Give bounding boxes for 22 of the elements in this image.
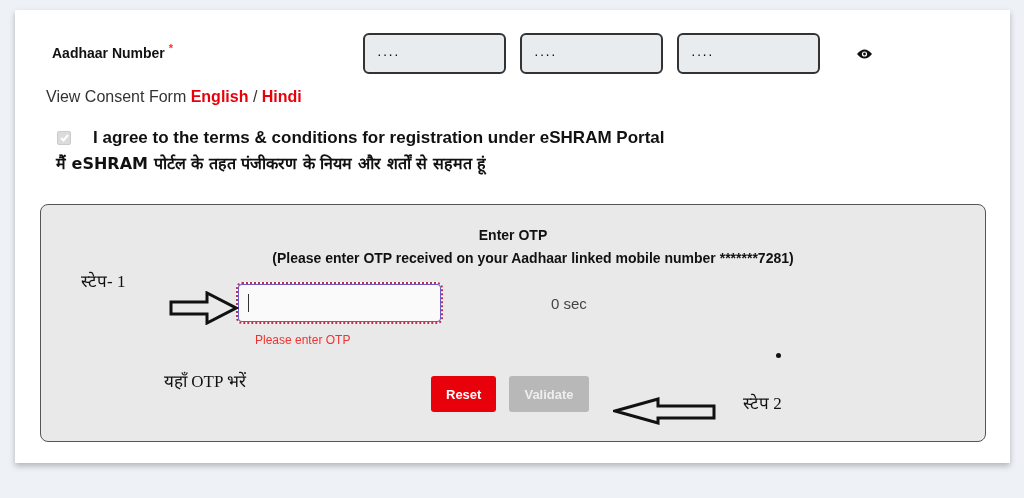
otp-title: Enter OTP xyxy=(477,226,549,243)
aadhaar-input-field[interactable]: ···· xyxy=(363,33,506,74)
countdown-timer: 0 sec xyxy=(551,294,587,312)
annotation-label: यहाँ OTP भरें xyxy=(164,370,246,392)
annotation-label: स्टेप 2 xyxy=(743,392,782,414)
otp-input-field[interactable] xyxy=(236,282,443,324)
right-arrow-icon xyxy=(169,291,239,325)
aadhaar-input-field[interactable]: ···· xyxy=(677,33,820,74)
reset-button[interactable]: Reset xyxy=(431,376,497,412)
dot-mark xyxy=(776,353,781,358)
otp-instruction: (Please enter OTP received on your Aadhaar linked mobile number *******7281) xyxy=(271,250,795,266)
english-link[interactable]: English xyxy=(190,88,249,105)
consent-form-text: View Consent Form English / Hindi xyxy=(46,88,303,106)
aadhaar-label: Aadhaar Number $^{*}$ xyxy=(52,42,174,61)
annotation-label: स्टेप- 1 xyxy=(81,270,126,292)
hindi-link[interactable]: Hindi xyxy=(261,88,302,105)
eye-icon[interactable] xyxy=(856,47,873,60)
left-arrow-icon xyxy=(613,397,717,425)
agreement-hindi-text: मैं eSHRAM पोर्टल के तहत पंजीकरण के नियम और शर्तों से सहमत हूं xyxy=(56,153,488,174)
error-message: Please enter OTP xyxy=(255,333,351,347)
agreement-text: I agree to the terms & conditions for registration under eSHRAM Portal xyxy=(93,128,665,148)
aadhaar-input-field[interactable]: ···· xyxy=(520,33,663,74)
